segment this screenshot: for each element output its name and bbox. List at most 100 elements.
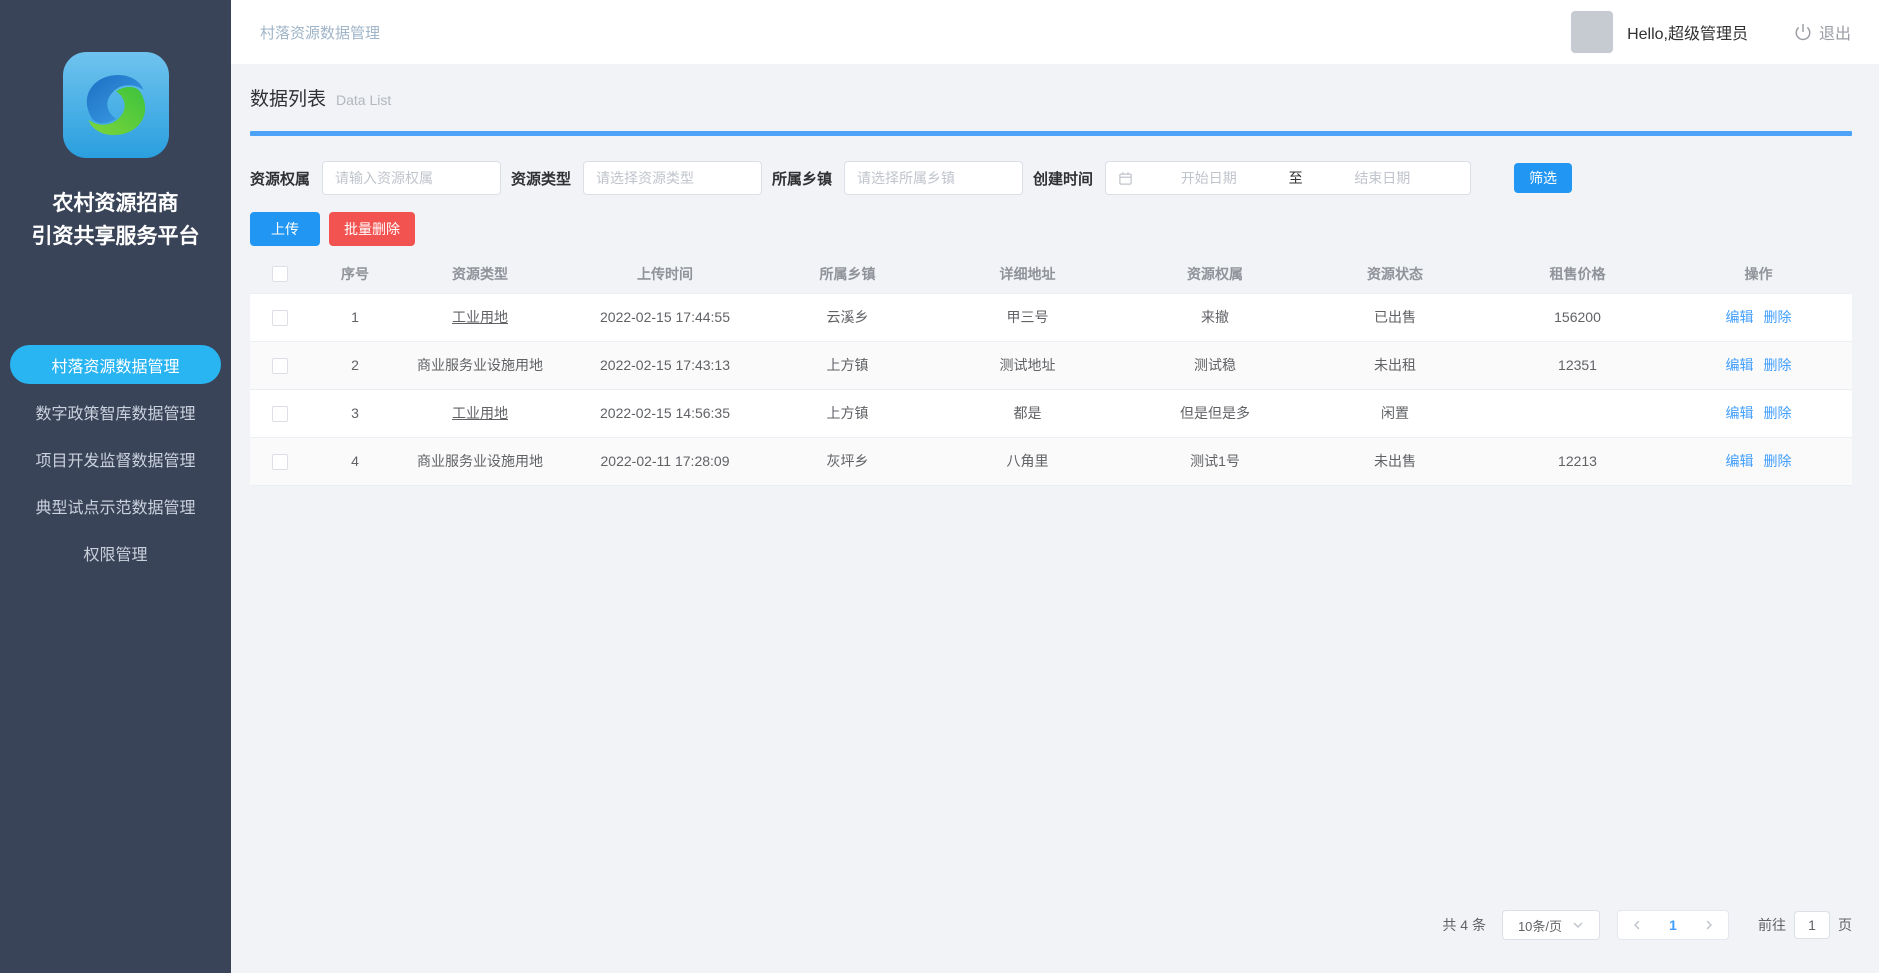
chevron-left-icon[interactable] — [1631, 919, 1643, 931]
column-header-4: 详细地址 — [925, 255, 1130, 293]
cell-actions: 编辑删除 — [1665, 437, 1852, 485]
cell-time: 2022-02-15 14:56:35 — [560, 389, 770, 437]
type-label: 资源类型 — [511, 168, 571, 189]
row-checkbox[interactable] — [272, 310, 288, 326]
filter-created-time: 创建时间 开始日期 至 结束日期 — [1033, 161, 1471, 195]
filter-row: 资源权属 资源类型 所属乡镇 创建时间 开始日期 至 — [250, 161, 1852, 195]
cell-ownership: 测试稳 — [1130, 341, 1300, 389]
data-table: 序号资源类型上传时间所属乡镇详细地址资源权属资源状态租售价格操作 1工业用地20… — [250, 255, 1852, 486]
delete-link[interactable]: 删除 — [1764, 357, 1792, 373]
sidebar-menu: 村落资源数据管理数字政策智库数据管理项目开发监督数据管理典型试点示范数据管理权限… — [0, 341, 231, 576]
town-select[interactable] — [844, 161, 1023, 195]
cell-time: 2022-02-11 17:28:09 — [560, 437, 770, 485]
cell-status: 未出租 — [1300, 341, 1490, 389]
chevron-right-icon[interactable] — [1703, 919, 1715, 931]
select-all-checkbox[interactable] — [272, 266, 288, 282]
row-checkbox[interactable] — [272, 454, 288, 470]
batch-delete-button[interactable]: 批量删除 — [329, 212, 415, 246]
cell-address: 甲三号 — [925, 293, 1130, 341]
filter-town: 所属乡镇 — [772, 161, 1023, 195]
blue-divider — [250, 131, 1852, 136]
delete-link[interactable]: 删除 — [1764, 309, 1792, 325]
cell-type: 工业用地 — [400, 293, 560, 341]
edit-link[interactable]: 编辑 — [1726, 453, 1754, 469]
sidebar: 农村资源招商 引资共享服务平台 村落资源数据管理数字政策智库数据管理项目开发监督… — [0, 0, 231, 973]
table-row: 1工业用地2022-02-15 17:44:55云溪乡甲三号来撤已出售15620… — [250, 293, 1852, 341]
pager: 1 — [1617, 910, 1729, 940]
page-size-value: 10条/页 — [1518, 916, 1562, 935]
cell-status: 未出售 — [1300, 437, 1490, 485]
cell-price: 12351 — [1490, 341, 1665, 389]
chevron-down-icon — [1572, 919, 1584, 931]
cell-price: 156200 — [1490, 293, 1665, 341]
row-checkbox[interactable] — [272, 406, 288, 422]
app-title-line1: 农村资源招商 — [0, 188, 231, 221]
upload-button[interactable]: 上传 — [250, 212, 320, 246]
app-logo — [63, 52, 169, 158]
calendar-icon — [1118, 171, 1133, 186]
date-range-separator: 至 — [1285, 168, 1307, 188]
goto-label: 前往 — [1758, 915, 1786, 935]
cell-town: 上方镇 — [770, 389, 925, 437]
page-size-select[interactable]: 10条/页 — [1502, 910, 1600, 940]
sidebar-item-2[interactable]: 项目开发监督数据管理 — [10, 435, 221, 482]
app-title: 农村资源招商 引资共享服务平台 — [0, 188, 231, 253]
column-header-1: 资源类型 — [400, 255, 560, 293]
table-body: 1工业用地2022-02-15 17:44:55云溪乡甲三号来撤已出售15620… — [250, 293, 1852, 485]
edit-link[interactable]: 编辑 — [1726, 405, 1754, 421]
app-logo-icon — [63, 52, 169, 158]
table-header-row: 序号资源类型上传时间所属乡镇详细地址资源权属资源状态租售价格操作 — [250, 255, 1852, 293]
cell-ownership: 测试1号 — [1130, 437, 1300, 485]
ownership-label: 资源权属 — [250, 168, 310, 189]
edit-link[interactable]: 编辑 — [1726, 357, 1754, 373]
town-label: 所属乡镇 — [772, 168, 832, 189]
column-header-0: 序号 — [310, 255, 400, 293]
date-range-picker[interactable]: 开始日期 至 结束日期 — [1105, 161, 1471, 195]
avatar[interactable] — [1571, 11, 1613, 53]
filter-type: 资源类型 — [511, 161, 762, 195]
sidebar-item-1[interactable]: 数字政策智库数据管理 — [10, 388, 221, 435]
column-header-8: 操作 — [1665, 255, 1852, 293]
page-title-row: 数据列表 Data List — [250, 84, 1852, 111]
cell-type: 商业服务业设施用地 — [400, 437, 560, 485]
actions-row: 上传 批量删除 — [250, 212, 1852, 246]
page-subtitle: Data List — [336, 92, 391, 108]
column-header-6: 资源状态 — [1300, 255, 1490, 293]
content: 数据列表 Data List 资源权属 资源类型 所属乡镇 创建时间 — [231, 64, 1879, 973]
sidebar-item-0[interactable]: 村落资源数据管理 — [10, 345, 221, 384]
cell-ownership: 但是但是多 — [1130, 389, 1300, 437]
table-head: 序号资源类型上传时间所属乡镇详细地址资源权属资源状态租售价格操作 — [250, 255, 1852, 293]
cell-time: 2022-02-15 17:44:55 — [560, 293, 770, 341]
delete-link[interactable]: 删除 — [1764, 405, 1792, 421]
edit-link[interactable]: 编辑 — [1726, 309, 1754, 325]
end-date-placeholder[interactable]: 结束日期 — [1307, 168, 1459, 188]
delete-link[interactable]: 删除 — [1764, 453, 1792, 469]
page-suffix: 页 — [1838, 915, 1852, 935]
ownership-input[interactable] — [322, 161, 501, 195]
cell-address: 八角里 — [925, 437, 1130, 485]
cell-index: 4 — [310, 437, 400, 485]
cell-type: 商业服务业设施用地 — [400, 341, 560, 389]
cell-status: 闲置 — [1300, 389, 1490, 437]
sidebar-item-3[interactable]: 典型试点示范数据管理 — [10, 482, 221, 529]
cell-town: 上方镇 — [770, 341, 925, 389]
pagination: 共 4 条 10条/页 1 前往 页 — [250, 910, 1852, 940]
goto-page-input[interactable] — [1794, 911, 1830, 939]
logout-button[interactable]: 退出 — [1794, 20, 1851, 44]
created-label: 创建时间 — [1033, 168, 1093, 189]
cell-actions: 编辑删除 — [1665, 341, 1852, 389]
app-title-line2: 引资共享服务平台 — [0, 221, 231, 254]
page-number-1[interactable]: 1 — [1669, 917, 1677, 933]
type-select[interactable] — [583, 161, 762, 195]
row-checkbox[interactable] — [272, 358, 288, 374]
cell-address: 都是 — [925, 389, 1130, 437]
column-header-5: 资源权属 — [1130, 255, 1300, 293]
breadcrumb[interactable]: 村落资源数据管理 — [260, 22, 380, 43]
cell-index: 1 — [310, 293, 400, 341]
table-row: 2商业服务业设施用地2022-02-15 17:43:13上方镇测试地址测试稳未… — [250, 341, 1852, 389]
filter-button[interactable]: 筛选 — [1514, 163, 1572, 193]
start-date-placeholder[interactable]: 开始日期 — [1133, 168, 1285, 188]
cell-address: 测试地址 — [925, 341, 1130, 389]
cell-ownership: 来撤 — [1130, 293, 1300, 341]
sidebar-item-4[interactable]: 权限管理 — [10, 529, 221, 576]
